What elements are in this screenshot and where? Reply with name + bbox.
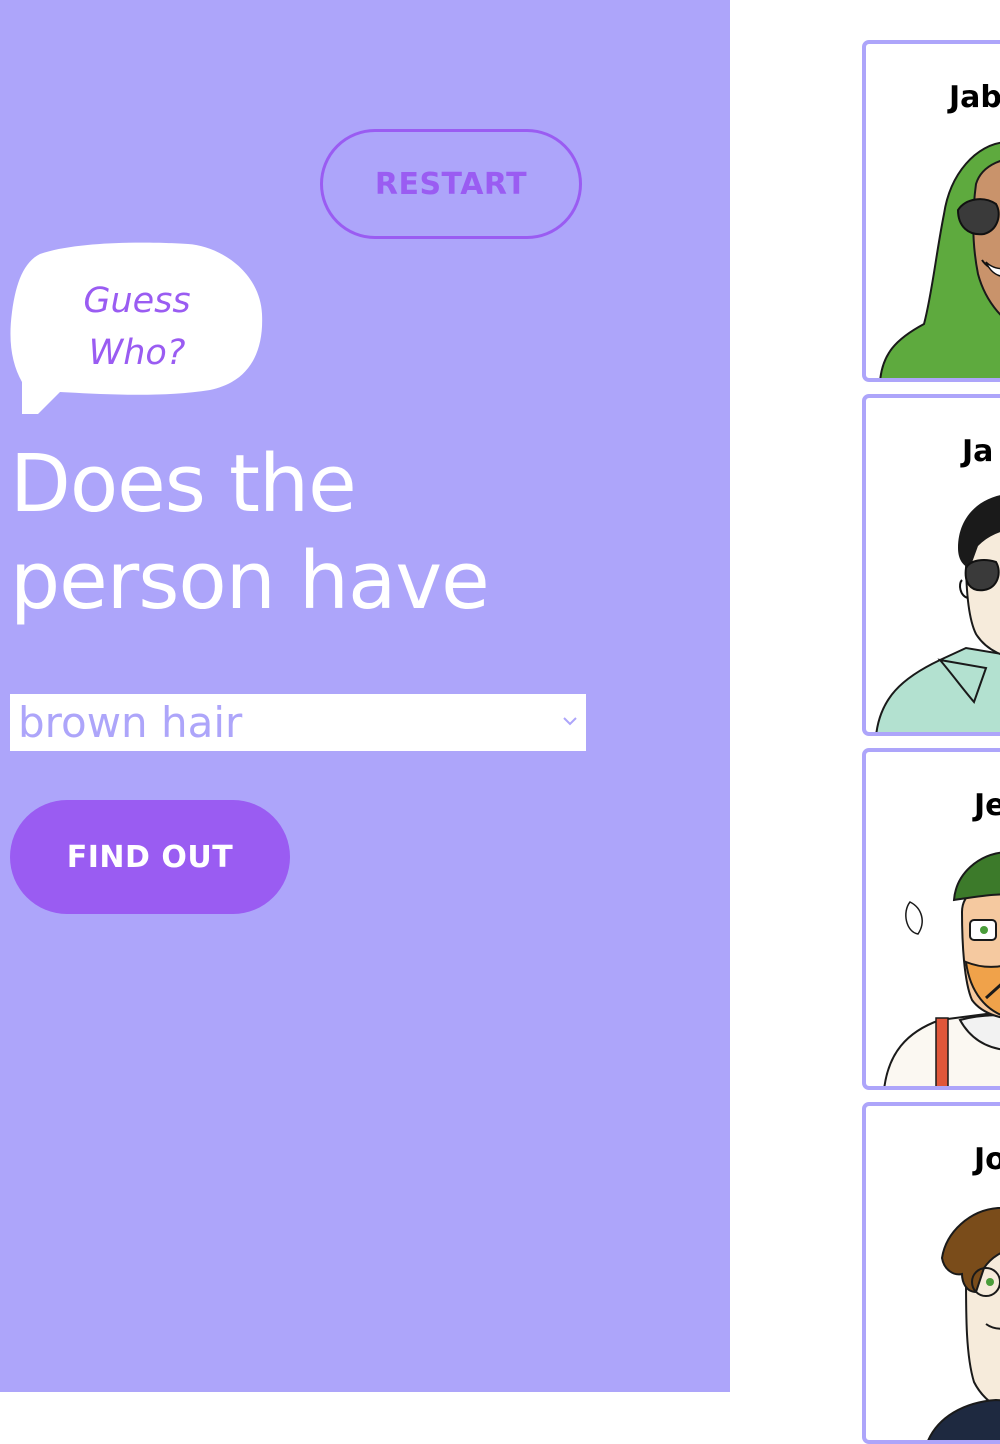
portrait-dark-hair-sunglasses-icon (875, 495, 1000, 732)
character-card-1[interactable]: Jab (862, 40, 1000, 382)
character-name: Ja (962, 434, 994, 469)
character-card-4[interactable]: Jo (862, 1102, 1000, 1444)
bubble-line-guess: Guess (83, 281, 191, 321)
character-name: Jab (949, 80, 1000, 115)
question-line-2: person have (10, 535, 490, 627)
portrait-green-beanie-glasses-beard-icon (883, 851, 1000, 1086)
character-name: Jo (974, 1142, 1000, 1177)
portrait-brown-hair-glasses-icon (927, 1207, 1000, 1440)
attribute-select-value: brown hair (18, 698, 243, 747)
character-card-2[interactable]: Ja (862, 394, 1000, 736)
attribute-select[interactable]: brown hair (10, 694, 586, 751)
chevron-down-icon (563, 717, 577, 726)
question-heading: Does the person have (10, 436, 710, 630)
character-card-3[interactable]: Je (862, 748, 1000, 1090)
question-line-1: Does the (10, 438, 357, 530)
guess-who-bubble: Guess Who? (10, 242, 264, 414)
find-out-button[interactable]: FIND OUT (10, 800, 290, 914)
restart-button[interactable]: RESTART (320, 129, 582, 239)
portrait-green-hijab-sunglasses-icon (879, 141, 1000, 378)
character-name: Je (974, 788, 1000, 823)
bubble-line-who: Who? (88, 333, 186, 373)
left-panel: RESTART Guess Who? Does the person have … (0, 0, 730, 1392)
